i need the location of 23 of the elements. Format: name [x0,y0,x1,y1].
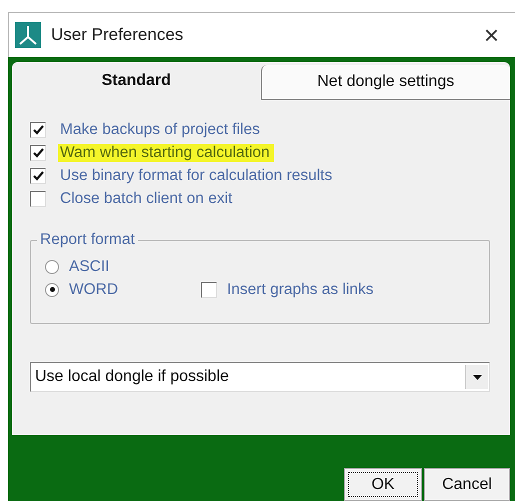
close-button[interactable]: × [474,22,509,48]
radio-button[interactable] [45,260,59,274]
checkbox[interactable] [30,168,46,184]
checkbox[interactable] [30,122,46,138]
dropdown-value: Use local dongle if possible [35,368,229,386]
option-label: Insert graphs as links [226,280,374,298]
app-logo-icon [15,22,41,48]
dongle-dropdown[interactable]: Use local dongle if possible [30,362,490,392]
radio-button[interactable] [45,282,59,296]
checkbox[interactable] [30,144,46,160]
dialog-button[interactable]: OK [344,468,422,501]
radio-label: ASCII [68,258,110,276]
option-label: Close batch client on exit [59,190,234,208]
dialog-button[interactable]: Cancel [424,468,510,501]
option-label: Use binary format for calculation results [59,166,334,184]
tab[interactable]: Net dongle settings [260,65,510,100]
checkbox[interactable] [201,282,217,298]
window-title: User Preferences [51,25,184,45]
option-label: Wam when starting calculation [58,144,274,162]
checkbox[interactable] [30,190,46,206]
group-title: Report format [37,231,138,249]
option-label: Make backups of project files [59,120,261,138]
radio-label: WORD [68,280,120,298]
